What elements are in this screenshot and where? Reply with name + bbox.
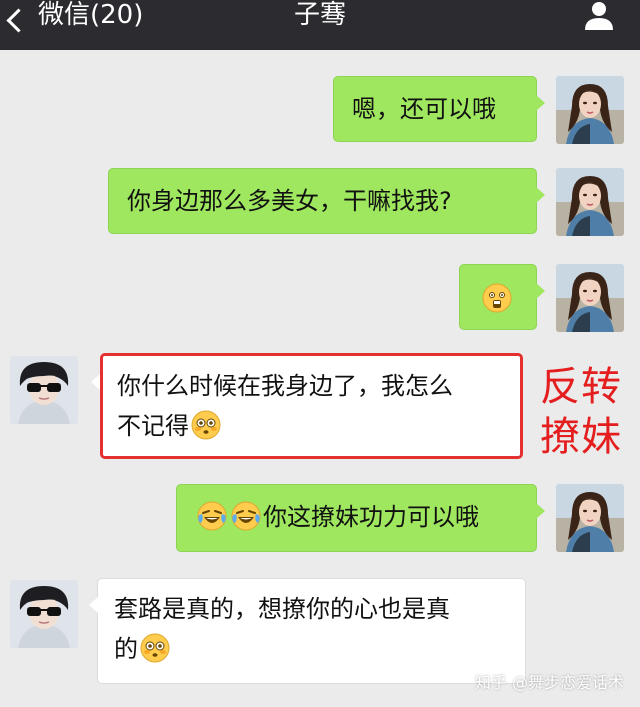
message-text: 你什么时候在我身边了，我怎么 bbox=[117, 372, 453, 400]
avatar[interactable] bbox=[10, 356, 78, 424]
avatar[interactable] bbox=[556, 76, 624, 144]
user-icon[interactable] bbox=[582, 0, 616, 30]
message-text: 套路是真的，想撩你的心也是真 bbox=[114, 595, 450, 623]
flushed-emoji-icon bbox=[191, 410, 221, 440]
message-text: 不记得 bbox=[117, 412, 189, 440]
message-bubble-outgoing[interactable]: 你身边那么多美女，干嘛找我? bbox=[108, 168, 545, 234]
avatar[interactable] bbox=[10, 580, 78, 648]
red-annotation: 反转 撩妹 bbox=[540, 362, 636, 462]
avatar[interactable] bbox=[556, 264, 624, 332]
annotation-line: 撩妹 bbox=[540, 414, 622, 460]
message-bubble-outgoing[interactable]: 嗯，还可以哦 bbox=[333, 76, 545, 142]
astonished-emoji-icon bbox=[482, 283, 512, 313]
watermark: 知乎 @舞步恋爱话术 bbox=[474, 673, 624, 692]
top-navigation-bar: 微信(20) 子骞 bbox=[0, 0, 640, 50]
message-bubble-incoming-highlighted[interactable]: 你什么时候在我身边了，我怎么 不记得 bbox=[91, 353, 523, 459]
avatar[interactable] bbox=[556, 484, 624, 552]
message-text: 嗯，还可以哦 bbox=[352, 95, 496, 123]
message-bubble-outgoing[interactable] bbox=[459, 264, 545, 330]
avatar[interactable] bbox=[556, 168, 624, 236]
annotation-line: 反转 bbox=[540, 364, 622, 410]
message-text: 你这撩妹功力可以哦 bbox=[263, 503, 479, 531]
crying-laughing-emoji-icon bbox=[197, 501, 227, 531]
crying-laughing-emoji-icon bbox=[231, 501, 261, 531]
message-bubble-outgoing[interactable]: 你这撩妹功力可以哦 bbox=[176, 484, 545, 552]
page-title: 子骞 bbox=[293, 0, 346, 30]
message-text: 的 bbox=[114, 635, 138, 663]
message-bubble-incoming[interactable]: 套路是真的，想撩你的心也是真 的 bbox=[89, 578, 526, 684]
flushed-emoji-icon bbox=[140, 633, 170, 663]
message-text: 你身边那么多美女，干嘛找我? bbox=[127, 187, 452, 215]
